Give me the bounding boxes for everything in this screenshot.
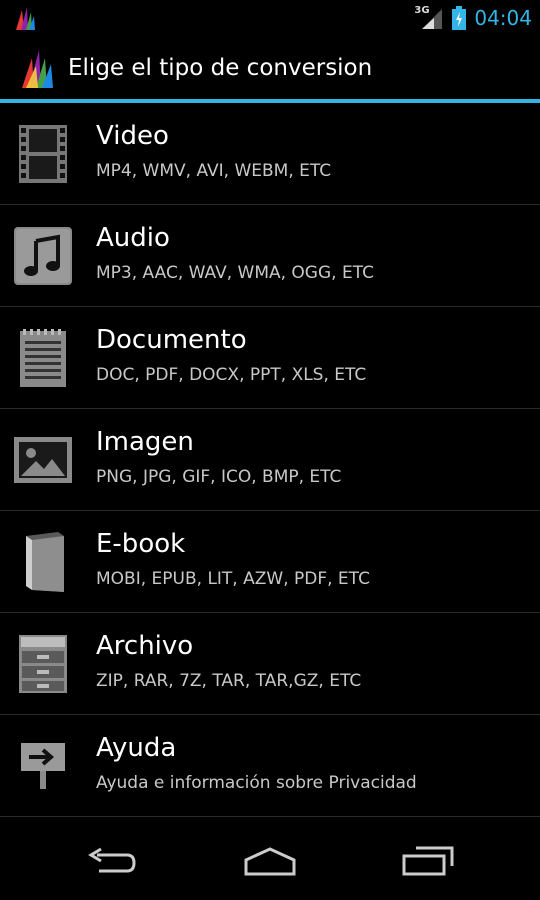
film-icon xyxy=(12,123,74,185)
list-item-subtitle: PNG, JPG, GIF, ICO, BMP, ETC xyxy=(96,467,342,487)
list-item-subtitle: Ayuda e información sobre Privacidad xyxy=(96,773,417,793)
list-item-title: E-book xyxy=(96,529,186,559)
home-button[interactable] xyxy=(230,840,310,882)
list-item-documento[interactable]: Documento DOC, PDF, DOCX, PPT, XLS, ETC xyxy=(0,307,540,409)
list-item-title: Imagen xyxy=(96,427,194,457)
action-bar: Elige el tipo de conversion xyxy=(0,36,540,100)
list-item-title: Video xyxy=(96,121,169,151)
list-item-imagen[interactable]: Imagen PNG, JPG, GIF, ICO, BMP, ETC xyxy=(0,409,540,511)
signal-icon: 3G xyxy=(414,5,444,31)
list-item-title: Ayuda xyxy=(96,733,177,763)
battery-charging-icon xyxy=(452,6,467,30)
list-item-title: Archivo xyxy=(96,631,194,661)
list-item-title: Documento xyxy=(96,325,247,355)
list-item-ebook[interactable]: E-book MOBI, EPUB, LIT, AZW, PDF, ETC xyxy=(0,511,540,613)
app-logo-icon[interactable] xyxy=(20,46,54,90)
list-item-video[interactable]: Video MP4, WMV, AVI, WEBM, ETC xyxy=(0,103,540,205)
status-bar: 3G 04:04 xyxy=(0,0,540,36)
list-item-audio[interactable]: Audio MP3, AAC, WAV, WMA, OGG, ETC xyxy=(0,205,540,307)
recent-apps-icon xyxy=(402,846,454,876)
back-button[interactable] xyxy=(72,840,152,882)
cabinet-icon xyxy=(12,633,74,695)
list-item-subtitle: MOBI, EPUB, LIT, AZW, PDF, ETC xyxy=(96,569,370,589)
back-icon xyxy=(88,847,136,873)
list-item-subtitle: MP3, AAC, WAV, WMA, OGG, ETC xyxy=(96,263,374,283)
home-icon xyxy=(244,847,296,876)
book-icon xyxy=(12,531,74,593)
picture-icon xyxy=(12,429,74,491)
list-item-title: Audio xyxy=(96,223,170,253)
list-item-archivo[interactable]: Archivo ZIP, RAR, 7Z, TAR, TAR,GZ, ETC xyxy=(0,613,540,715)
list-item-subtitle: MP4, WMV, AVI, WEBM, ETC xyxy=(96,161,332,181)
signpost-icon xyxy=(12,735,74,797)
music-note-icon xyxy=(12,225,74,287)
navigation-bar xyxy=(0,822,540,900)
notepad-icon xyxy=(12,327,74,389)
conversion-type-list: Video MP4, WMV, AVI, WEBM, ETC Audio MP3… xyxy=(0,103,540,817)
page-title: Elige el tipo de conversion xyxy=(68,55,373,81)
list-item-subtitle: DOC, PDF, DOCX, PPT, XLS, ETC xyxy=(96,365,367,385)
list-item-subtitle: ZIP, RAR, 7Z, TAR, TAR,GZ, ETC xyxy=(96,671,362,691)
clock: 04:04 xyxy=(474,6,532,30)
list-item-ayuda[interactable]: Ayuda Ayuda e información sobre Privacid… xyxy=(0,715,540,817)
app-notification-icon xyxy=(16,7,35,30)
recent-apps-button[interactable] xyxy=(388,840,468,882)
